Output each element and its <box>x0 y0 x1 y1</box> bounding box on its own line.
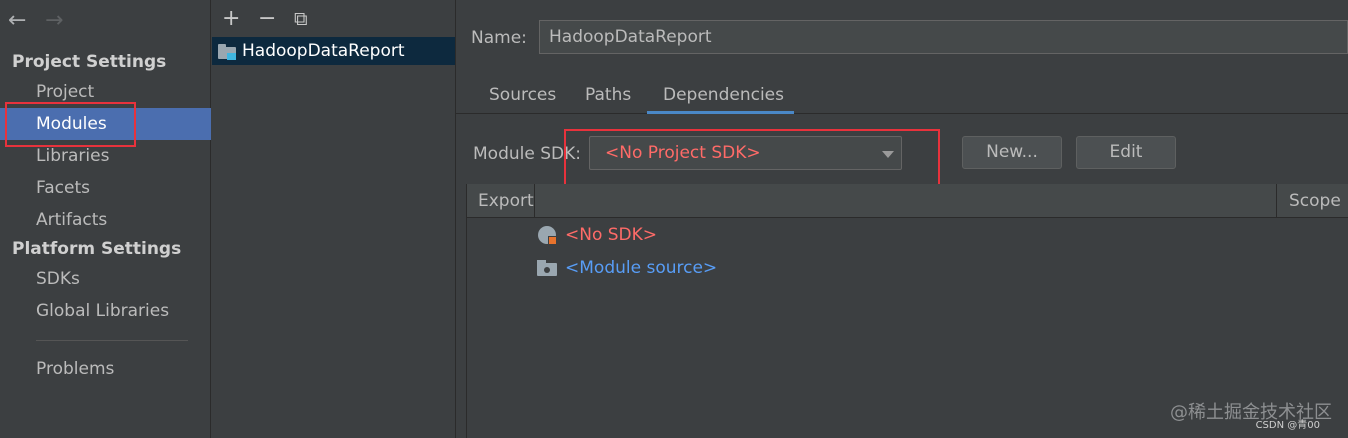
dependency-name: <Module source> <box>565 258 718 278</box>
sidebar-item-sdks[interactable]: SDKs <box>0 263 211 295</box>
sidebar-item-global-libraries[interactable]: Global Libraries <box>0 295 211 327</box>
remove-module-icon[interactable]: − <box>258 6 276 32</box>
tab-sources[interactable]: Sources <box>489 80 556 114</box>
watermark-source-text: CSDN @青00 <box>1255 420 1320 431</box>
add-module-icon[interactable]: + <box>222 6 240 32</box>
sidebar-item-libraries[interactable]: Libraries <box>0 140 211 172</box>
platform-settings-heading: Platform Settings <box>12 239 182 259</box>
module-folder-icon <box>537 260 557 276</box>
module-folder-icon <box>218 43 238 60</box>
chevron-down-icon <box>882 151 894 158</box>
back-arrow-icon[interactable]: ← <box>8 8 26 34</box>
tab-dependencies[interactable]: Dependencies <box>647 80 794 114</box>
table-row[interactable]: <Module source> <box>537 255 717 281</box>
settings-sidebar: ← → Project Settings Project Modules Lib… <box>0 0 211 438</box>
edit-sdk-button[interactable]: Edit <box>1076 136 1176 169</box>
sidebar-item-project[interactable]: Project <box>0 76 211 108</box>
sidebar-item-facets[interactable]: Facets <box>0 172 211 204</box>
module-list-panel: + − ⧉ HadoopDataReport <box>212 0 456 438</box>
module-detail-pane: Name: HadoopDataReport Sources Paths Dep… <box>456 0 1348 438</box>
forward-arrow-icon[interactable]: → <box>45 8 63 34</box>
module-item-label: HadoopDataReport <box>242 41 405 61</box>
sidebar-divider <box>36 340 188 341</box>
table-header: Export Scope <box>467 184 1348 218</box>
module-list-item[interactable]: HadoopDataReport <box>212 37 455 65</box>
column-header-export[interactable]: Export <box>467 184 535 218</box>
module-sdk-value: <No Project SDK> <box>605 143 761 163</box>
module-sdk-label: Module SDK: <box>473 144 581 164</box>
sdk-globe-icon <box>537 225 557 245</box>
copy-module-icon[interactable]: ⧉ <box>294 6 308 32</box>
column-header-scope[interactable]: Scope <box>1276 184 1348 218</box>
module-tabs: Sources Paths Dependencies <box>456 80 1348 114</box>
table-row[interactable]: <No SDK> <box>537 222 657 248</box>
module-sdk-dropdown[interactable]: <No Project SDK> <box>589 136 902 170</box>
new-sdk-button[interactable]: New... <box>962 136 1062 169</box>
tab-paths[interactable]: Paths <box>585 80 631 114</box>
module-name-field[interactable]: HadoopDataReport <box>539 20 1348 54</box>
sidebar-item-problems[interactable]: Problems <box>0 353 211 385</box>
sidebar-item-modules[interactable]: Modules <box>0 108 211 140</box>
name-label: Name: <box>471 28 527 48</box>
dependency-name: <No SDK> <box>565 225 658 245</box>
project-settings-heading: Project Settings <box>12 52 167 72</box>
sidebar-item-artifacts[interactable]: Artifacts <box>0 204 211 236</box>
